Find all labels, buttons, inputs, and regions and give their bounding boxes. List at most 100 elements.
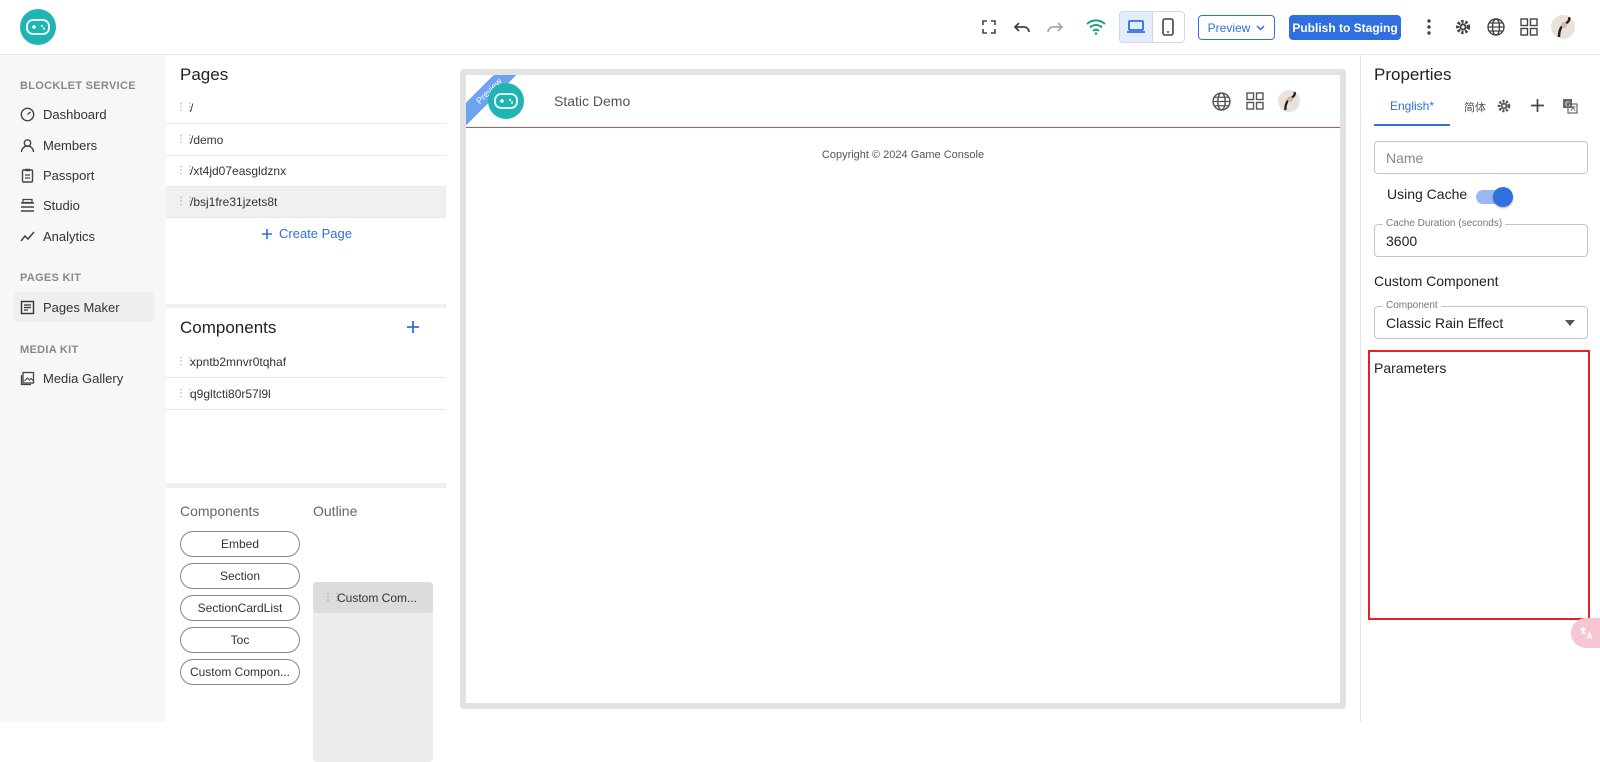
name-field[interactable]: Name (1374, 141, 1588, 174)
nav-item-studio[interactable]: Studio (20, 190, 156, 220)
outline-label: Outline (313, 503, 358, 519)
component-id: xpntb2mnvr0tqhaf (190, 355, 287, 369)
nav-item-label: Pages Maker (43, 299, 120, 315)
avatar-icon (1557, 16, 1571, 38)
cache-duration-value: 3600 (1386, 232, 1418, 249)
add-language-icon[interactable] (1530, 98, 1545, 113)
plus-icon (262, 228, 272, 239)
drag-handle-icon[interactable]: ⋮⋮ (323, 592, 342, 602)
app-logo[interactable] (20, 9, 56, 45)
preview-dropdown[interactable]: Preview (1198, 15, 1275, 40)
globe-icon[interactable] (1212, 92, 1231, 111)
apps-grid-icon[interactable] (1518, 16, 1540, 38)
gamepad-icon (494, 93, 518, 109)
component-value: Classic Rain Effect (1386, 314, 1504, 331)
drag-handle-icon[interactable]: ⋮⋮ (176, 166, 195, 176)
add-component-button[interactable] (406, 320, 420, 334)
plus-icon (407, 321, 419, 333)
drag-handle-icon[interactable]: ⋮⋮ (176, 103, 195, 113)
nav-section-title: PAGES KIT (20, 272, 82, 284)
analytics-icon (20, 231, 35, 241)
phone-icon (1162, 18, 1175, 36)
nav-item-dashboard[interactable]: Dashboard (20, 99, 156, 129)
outline-item[interactable]: ⋮⋮ Custom Com... (313, 582, 433, 613)
publish-button[interactable]: Publish to Staging (1289, 15, 1401, 40)
nav-section-title: BLOCKLET SERVICE (20, 80, 136, 92)
person-icon (20, 138, 35, 152)
outline-tree: ⋮⋮ Custom Com... (313, 582, 433, 762)
using-cache-label: Using Cache (1387, 186, 1468, 202)
palette-pill[interactable]: Embed (180, 531, 300, 557)
more-vert-icon[interactable] (1418, 16, 1440, 38)
wifi-icon (1085, 16, 1107, 38)
page-row[interactable]: ⋮⋮ /demo (166, 125, 446, 156)
component-select[interactable]: Component Classic Rain Effect (1374, 300, 1588, 339)
site-footer-copyright: Copyright © 2024 Game Console (821, 149, 985, 161)
using-cache-toggle[interactable] (1476, 187, 1513, 207)
drag-handle-icon[interactable]: ⋮⋮ (176, 197, 195, 207)
pages-panel: Pages ⋮⋮ / ⋮⋮ /demo ⋮⋮ /xt4jd07easgldznx… (166, 55, 446, 762)
globe-icon[interactable] (1485, 16, 1507, 38)
palette-pill[interactable]: Custom Compon... (180, 659, 300, 685)
device-toggle (1119, 11, 1185, 43)
outline-item-label: Custom Com... (337, 590, 418, 605)
nav-item-pages-maker[interactable]: Pages Maker (14, 292, 154, 322)
redo-icon[interactable] (1044, 16, 1066, 38)
cache-duration-field[interactable]: Cache Duration (seconds) 3600 (1374, 218, 1588, 257)
palette-pill[interactable]: SectionCardList (180, 595, 300, 621)
palette-pill[interactable]: Toc (180, 627, 300, 653)
tab-simplified-chinese[interactable]: 简体 (1464, 99, 1486, 115)
page-row-active[interactable]: ⋮⋮ /bsj1fre31jzets8t (166, 187, 446, 218)
desktop-view-button[interactable] (1120, 12, 1152, 42)
mobile-view-button[interactable] (1151, 12, 1184, 42)
editor-canvas: Preview Static Demo Copyright © 2024 Gam… (446, 55, 1360, 722)
preview-page[interactable]: Preview Static Demo Copyright © 2024 Gam… (466, 75, 1340, 703)
user-avatar[interactable] (1551, 15, 1575, 39)
fullscreen-icon[interactable] (978, 16, 1000, 38)
gear-icon[interactable] (1452, 16, 1474, 38)
component-row[interactable]: ⋮⋮ q9gltcti80r57l9l (166, 379, 446, 410)
drag-handle-icon[interactable]: ⋮⋮ (176, 389, 195, 399)
drag-handle-icon[interactable]: ⋮⋮ (176, 357, 195, 367)
page-row[interactable]: ⋮⋮ / (166, 93, 446, 124)
palette-pill[interactable]: Section (180, 563, 300, 589)
page-path: /demo (190, 133, 224, 147)
apps-grid-icon[interactable] (1246, 92, 1264, 110)
component-row[interactable]: ⋮⋮ xpntb2mnvr0tqhaf (166, 347, 446, 378)
page-row[interactable]: ⋮⋮ /xt4jd07easgldznx (166, 156, 446, 187)
preview-label: Preview (1207, 20, 1251, 35)
translate-icon (1580, 627, 1593, 640)
undo-icon[interactable] (1011, 16, 1033, 38)
nav-item-label: Media Gallery (43, 370, 124, 386)
left-nav: BLOCKLET SERVICE Dashboard Members Passp… (0, 55, 166, 722)
create-page-button[interactable]: Create Page (261, 226, 352, 241)
nav-item-analytics[interactable]: Analytics (20, 221, 156, 251)
nav-item-media-gallery[interactable]: Media Gallery (20, 363, 156, 393)
page-path: /xt4jd07easgldznx (190, 164, 287, 178)
pages-title: Pages (180, 65, 229, 84)
toggle-knob (1493, 187, 1513, 207)
parameters-label: Parameters (1374, 360, 1447, 376)
floating-translate-button[interactable] (1571, 618, 1600, 648)
component-id: q9gltcti80r57l9l (190, 387, 271, 401)
nav-item-members[interactable]: Members (20, 130, 156, 160)
avatar[interactable] (1278, 90, 1300, 112)
gear-icon[interactable] (1496, 98, 1512, 114)
page-path: / (190, 101, 194, 115)
caret-down-icon (1565, 320, 1575, 326)
tab-english[interactable]: English* (1374, 99, 1450, 126)
name-placeholder: Name (1386, 149, 1424, 166)
nav-item-label: Passport (43, 167, 95, 183)
translate-icon[interactable]: G (1562, 98, 1578, 114)
create-page-label: Create Page (279, 226, 352, 241)
nav-item-label: Dashboard (43, 106, 107, 122)
nav-item-label: Members (43, 137, 98, 153)
studio-icon (21, 198, 34, 212)
gallery-icon (20, 371, 35, 385)
nav-item-passport[interactable]: Passport (20, 160, 156, 190)
site-header[interactable]: Static Demo (466, 75, 1340, 128)
nav-item-label: Analytics (43, 228, 96, 244)
pages-section: Pages ⋮⋮ / ⋮⋮ /demo ⋮⋮ /xt4jd07easgldznx… (166, 55, 446, 304)
drag-handle-icon[interactable]: ⋮⋮ (176, 135, 195, 145)
nav-item-label: Studio (43, 197, 80, 213)
